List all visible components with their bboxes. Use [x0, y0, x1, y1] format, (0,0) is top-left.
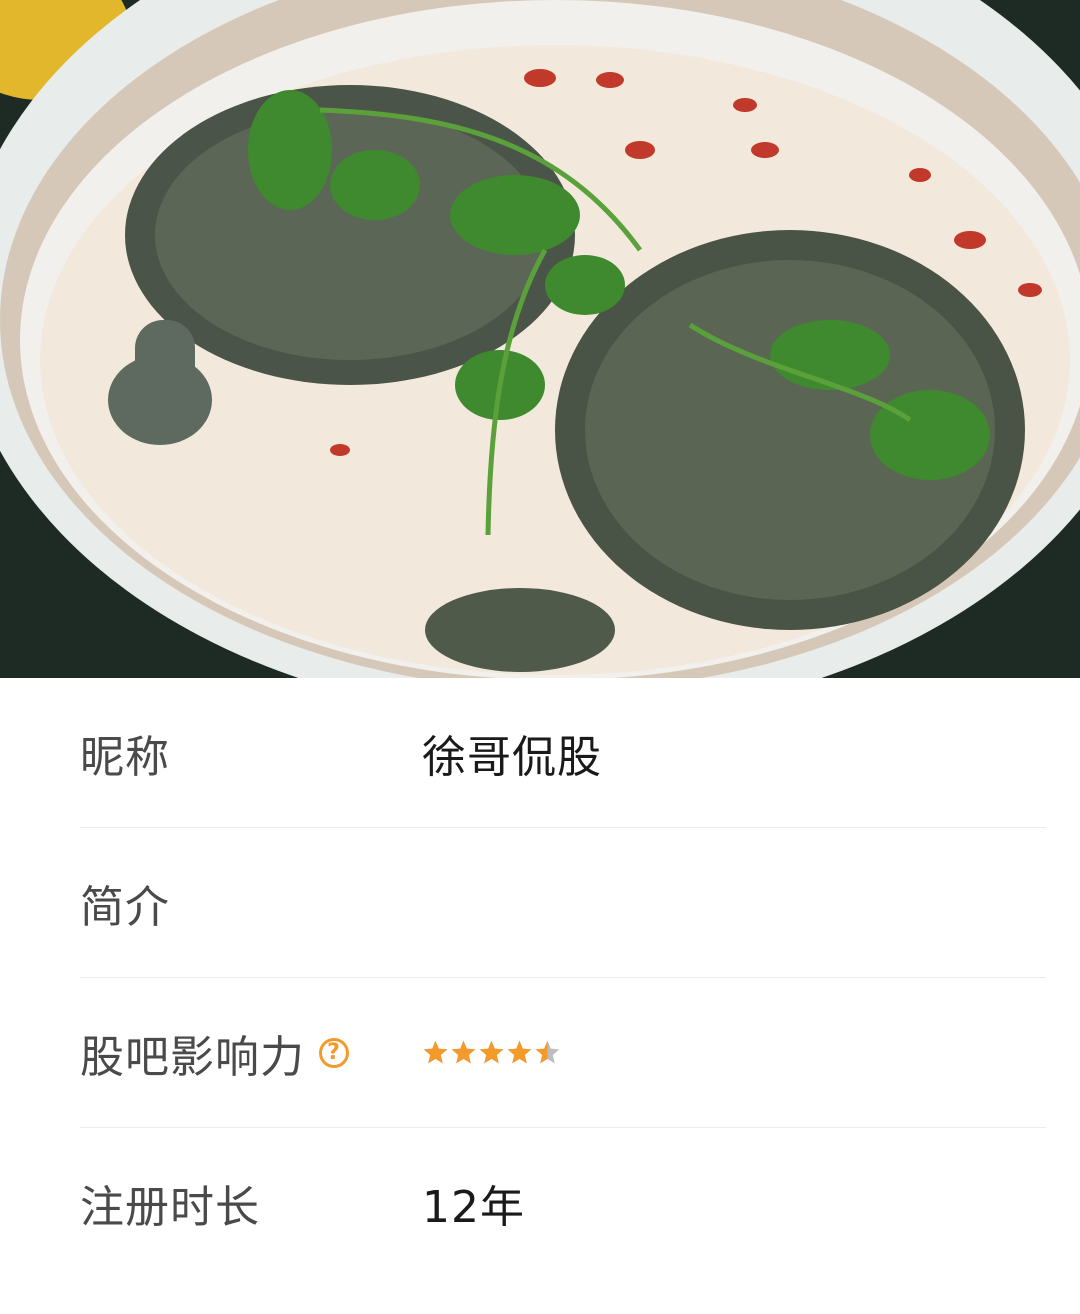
- star-icon: [450, 1039, 477, 1066]
- nickname-row: 昵称 徐哥侃股: [80, 678, 1046, 828]
- influence-row: 股吧影响力 ?: [80, 978, 1046, 1128]
- question-circle-icon[interactable]: ?: [319, 1037, 349, 1068]
- register-duration-row: 注册时长 12年: [80, 1128, 1046, 1277]
- nickname-value: 徐哥侃股: [422, 731, 602, 783]
- bio-label: 简介: [80, 881, 170, 933]
- star-icon: [506, 1039, 533, 1066]
- star-icon: [422, 1039, 449, 1066]
- register-duration-label: 注册时长: [80, 1181, 260, 1233]
- bio-row[interactable]: 简介: [80, 828, 1046, 978]
- star-icon: [478, 1039, 505, 1066]
- register-duration-value: 12年: [422, 1181, 525, 1233]
- influence-label: 股吧影响力: [80, 1031, 305, 1083]
- cover-image: [0, 0, 1080, 678]
- profile-info: 昵称 徐哥侃股 简介 股吧影响力 ? 注册时长 12年: [80, 678, 1046, 1277]
- star-icon: [534, 1039, 561, 1066]
- nickname-label: 昵称: [80, 731, 170, 783]
- influence-rating: [422, 1031, 562, 1075]
- soup-photo: [0, 0, 1080, 678]
